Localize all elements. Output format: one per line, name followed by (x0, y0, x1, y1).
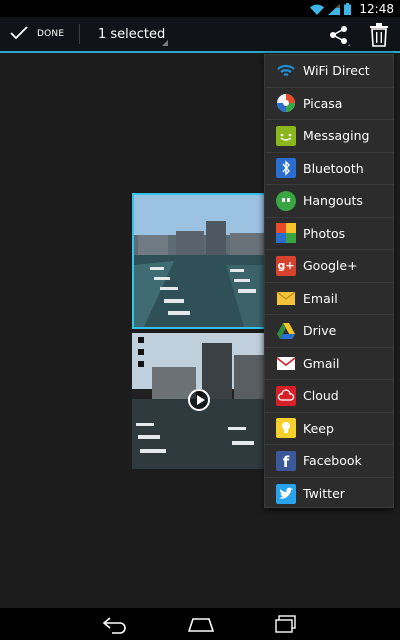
keep-icon (276, 418, 296, 439)
selection-dropdown[interactable]: 1 selected (98, 17, 168, 51)
navigation-bar (0, 608, 400, 640)
hangouts-icon (276, 190, 296, 211)
share-option-wifi-direct[interactable]: WiFi Direct (265, 55, 393, 88)
share-option-label: Photos (303, 225, 346, 241)
share-option-label: Picasa (303, 95, 343, 111)
share-option-photos[interactable]: Photos (265, 218, 393, 250)
facebook-icon: f (276, 450, 296, 471)
share-option-gmail[interactable]: Gmail (265, 348, 393, 380)
twitter-icon (276, 483, 296, 504)
gmail-icon (276, 353, 296, 373)
share-option-label: Messaging (303, 128, 370, 144)
status-bar: 12:48 (0, 0, 400, 17)
status-icons: 12:48 (310, 1, 394, 17)
share-option-label: Gmail (303, 355, 340, 371)
back-icon[interactable] (100, 614, 130, 634)
selection-count-label: 1 selected (98, 26, 166, 42)
share-option-messaging[interactable]: Messaging (265, 120, 393, 153)
share-option-twitter[interactable]: Twitter (265, 478, 393, 511)
share-option-email[interactable]: Email (265, 283, 393, 315)
share-option-label: Facebook (303, 453, 362, 469)
share-option-label: Bluetooth (303, 160, 364, 176)
share-option-cloud[interactable]: Cloud (265, 380, 393, 413)
done-button[interactable]: DONE (10, 17, 64, 51)
share-icon[interactable] (328, 24, 350, 46)
photos-icon (276, 223, 296, 244)
share-option-drive[interactable]: Drive (265, 315, 393, 348)
share-option-label: Cloud (303, 388, 339, 404)
clock: 12:48 (359, 2, 394, 16)
share-option-label: Twitter (303, 486, 345, 502)
email-icon (276, 288, 296, 308)
picasa-icon (276, 93, 296, 113)
checkmark-icon (10, 25, 28, 44)
share-option-keep[interactable]: Keep (265, 413, 393, 445)
drive-icon (276, 321, 296, 341)
share-option-hangouts[interactable]: Hangouts (265, 185, 393, 218)
dropdown-triangle-icon (162, 40, 168, 46)
share-option-picasa[interactable]: Picasa (265, 88, 393, 120)
battery-icon (344, 0, 352, 19)
action-bar: DONE 1 selected (0, 17, 400, 53)
share-option-label: Google+ (303, 258, 358, 274)
home-icon[interactable] (186, 614, 216, 634)
done-label: DONE (37, 29, 65, 39)
share-option-label: Email (303, 290, 338, 306)
play-icon[interactable] (188, 389, 210, 411)
divider (79, 24, 80, 44)
bluetooth-icon (276, 158, 296, 179)
share-option-label: Hangouts (303, 193, 363, 209)
share-option-label: WiFi Direct (303, 63, 370, 79)
messaging-icon (276, 125, 296, 146)
wifi-direct-icon (276, 61, 296, 81)
share-option-label: Keep (303, 420, 334, 436)
cloud-icon (276, 385, 296, 406)
video-thumbnail[interactable] (132, 333, 268, 469)
cell-signal-icon (328, 0, 341, 19)
share-option-facebook[interactable]: f Facebook (265, 445, 393, 478)
photo-thumbnail-selected[interactable] (132, 193, 268, 329)
delete-icon[interactable] (368, 23, 390, 47)
recent-apps-icon[interactable] (272, 614, 302, 634)
share-option-bluetooth[interactable]: Bluetooth (265, 153, 393, 185)
share-option-google-plus[interactable]: g+ Google+ (265, 250, 393, 283)
share-menu: WiFi Direct Picasa Messaging Bluetooth H… (264, 54, 394, 508)
share-option-label: Drive (303, 323, 337, 339)
wifi-signal-icon (310, 0, 325, 19)
google-plus-icon: g+ (276, 255, 296, 276)
